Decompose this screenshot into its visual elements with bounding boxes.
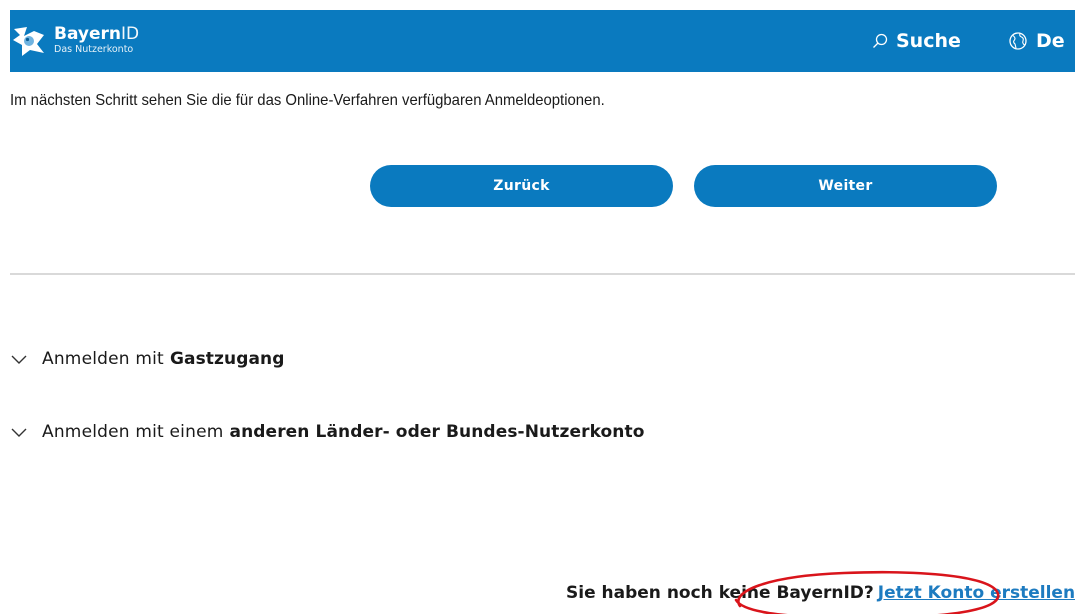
intro-text: Im nächsten Schritt sehen Sie die für da… bbox=[10, 92, 605, 109]
brand[interactable]: BayernID Das Nutzerkonto bbox=[54, 24, 139, 56]
top-bar: BayernID Das Nutzerkonto Suche De bbox=[10, 10, 1075, 72]
brand-name-light: ID bbox=[121, 24, 140, 44]
accordion-prefix: Anmelden mit einem bbox=[42, 422, 224, 442]
brand-name-bold: Bayern bbox=[54, 24, 122, 44]
signup-question: Sie haben noch keine BayernID? bbox=[566, 583, 874, 603]
language-label: De bbox=[1036, 30, 1065, 52]
search-button[interactable]: Suche bbox=[872, 28, 961, 54]
chevron-down-icon bbox=[11, 428, 27, 437]
create-account-link[interactable]: Jetzt Konto erstellen bbox=[878, 583, 1075, 603]
search-label: Suche bbox=[896, 30, 961, 52]
signup-prompt: Sie haben noch keine BayernID? Jetzt Kon… bbox=[566, 580, 1075, 606]
chevron-down-icon bbox=[11, 355, 27, 364]
globe-icon bbox=[1009, 32, 1027, 50]
accordion-title: anderen Länder- oder Bundes-Nutzerkonto bbox=[229, 422, 645, 442]
logo-icon[interactable] bbox=[10, 23, 48, 59]
brand-name: BayernID bbox=[54, 24, 139, 44]
accordion-other-account[interactable]: Anmelden mit einem anderen Länder- oder … bbox=[10, 419, 645, 445]
page: BayernID Das Nutzerkonto Suche De Im näc… bbox=[0, 0, 1075, 614]
accordion-guest-access[interactable]: Anmelden mit Gastzugang bbox=[10, 346, 285, 372]
language-button[interactable]: De bbox=[1008, 28, 1065, 54]
accordion-prefix: Anmelden mit bbox=[42, 349, 164, 369]
search-icon bbox=[873, 33, 888, 48]
brand-subtitle: Das Nutzerkonto bbox=[54, 44, 134, 55]
back-button[interactable]: Zurück bbox=[370, 165, 673, 207]
divider bbox=[10, 273, 1075, 275]
next-button[interactable]: Weiter bbox=[694, 165, 997, 207]
accordion-title: Gastzugang bbox=[169, 349, 285, 369]
